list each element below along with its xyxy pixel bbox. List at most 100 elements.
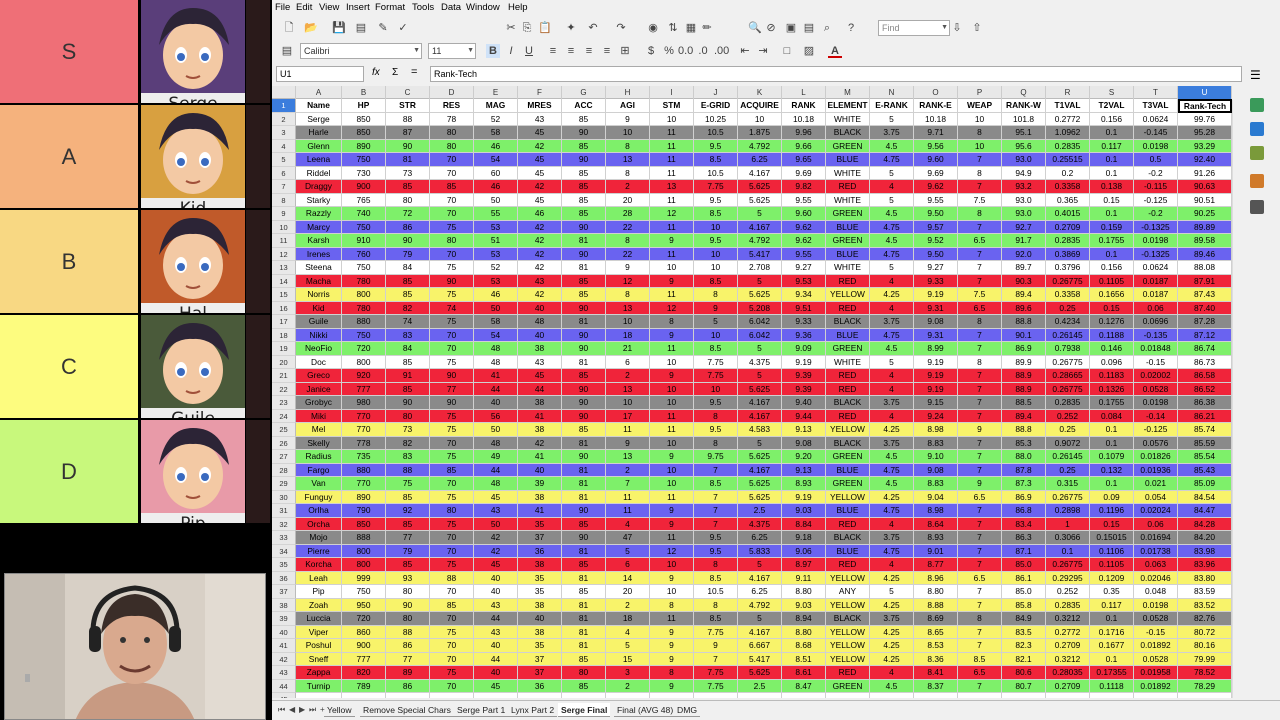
cell[interactable]: 70 xyxy=(430,652,474,666)
cell[interactable]: 7 xyxy=(958,153,1002,167)
sheet-tab-2[interactable]: Serge Part 1 xyxy=(454,703,509,717)
cell[interactable]: 4.25 xyxy=(870,625,914,639)
cell[interactable]: 5 xyxy=(738,558,782,572)
cell[interactable]: 9 xyxy=(650,652,694,666)
cell[interactable]: 85 xyxy=(562,288,606,302)
cell[interactable]: GREEN xyxy=(826,139,870,153)
cell[interactable]: 13 xyxy=(606,382,650,396)
cell[interactable]: 3.75 xyxy=(870,126,914,140)
cell[interactable]: 10 xyxy=(958,112,1002,126)
cell[interactable]: 46 xyxy=(474,180,518,194)
cell[interactable]: 9.75 xyxy=(694,450,738,464)
cell[interactable]: 70 xyxy=(430,342,474,356)
copy-icon[interactable]: ⎘ xyxy=(520,21,534,35)
cell[interactable]: 0.15 xyxy=(1090,193,1134,207)
row-header[interactable]: 41 xyxy=(272,639,296,653)
prev-icon[interactable]: ⇩ xyxy=(950,21,964,35)
row-header[interactable]: 12 xyxy=(272,247,296,261)
cell[interactable]: 0.0198 xyxy=(1134,598,1178,612)
cell[interactable]: 9.52 xyxy=(914,234,958,248)
cell[interactable]: 8.5 xyxy=(694,477,738,491)
cell[interactable]: 52 xyxy=(474,112,518,126)
cell[interactable]: 42 xyxy=(518,139,562,153)
cell[interactable]: Steena xyxy=(296,261,342,275)
column-title[interactable]: T3VAL xyxy=(1134,99,1178,113)
column-header-u[interactable]: U xyxy=(1178,86,1232,99)
cell[interactable]: 0.01694 xyxy=(1134,531,1178,545)
cell[interactable]: 42 xyxy=(518,180,562,194)
cell[interactable]: 78.52 xyxy=(1178,666,1232,680)
cell[interactable]: 0.28665 xyxy=(1046,369,1090,383)
cell[interactable]: 0.1 xyxy=(1090,652,1134,666)
cell[interactable]: 85 xyxy=(386,180,430,194)
cell[interactable]: 9.33 xyxy=(914,274,958,288)
font-size-box[interactable]: 11 ▼ xyxy=(428,43,476,59)
cell[interactable]: 85.74 xyxy=(1178,423,1232,437)
cell[interactable]: 86.52 xyxy=(1178,382,1232,396)
cell[interactable]: 890 xyxy=(342,139,386,153)
cell[interactable]: 7 xyxy=(958,639,1002,653)
cell[interactable]: 80 xyxy=(386,585,430,599)
cell[interactable]: 9.5 xyxy=(694,139,738,153)
row-header[interactable]: 17 xyxy=(272,315,296,329)
cell[interactable]: 85.8 xyxy=(1002,598,1046,612)
sheet-tab-4[interactable]: Serge Final xyxy=(558,703,611,717)
cell[interactable]: 75 xyxy=(430,490,474,504)
cell[interactable]: 7 xyxy=(694,463,738,477)
cell[interactable]: 850 xyxy=(342,517,386,531)
cell[interactable]: 9.39 xyxy=(782,382,826,396)
cell[interactable]: 48 xyxy=(474,342,518,356)
cell[interactable]: Riddel xyxy=(296,166,342,180)
cell[interactable]: -0.15 xyxy=(1134,625,1178,639)
cell[interactable]: 0.1755 xyxy=(1090,396,1134,410)
cell[interactable]: Orcha xyxy=(296,517,342,531)
cell[interactable]: 75 xyxy=(430,220,474,234)
menu-data[interactable]: Data xyxy=(441,2,461,13)
cell[interactable]: 86.8 xyxy=(1002,504,1046,518)
cell[interactable]: 22 xyxy=(606,220,650,234)
cell[interactable]: 2 xyxy=(606,369,650,383)
cell[interactable]: 45 xyxy=(518,166,562,180)
cell[interactable]: 8.61 xyxy=(782,666,826,680)
cell[interactable]: 75 xyxy=(430,625,474,639)
cell[interactable]: 8.83 xyxy=(914,477,958,491)
column-header-b[interactable]: B xyxy=(342,86,386,99)
cell[interactable]: RED xyxy=(826,558,870,572)
cell[interactable]: 0.156 xyxy=(1090,112,1134,126)
cell[interactable]: 920 xyxy=(342,369,386,383)
cell[interactable]: 70 xyxy=(430,544,474,558)
cell[interactable]: 9.19 xyxy=(914,382,958,396)
row-header[interactable]: 38 xyxy=(272,598,296,612)
cell[interactable]: 9.34 xyxy=(782,288,826,302)
cell[interactable]: 950 xyxy=(342,598,386,612)
cell[interactable]: 4.792 xyxy=(738,598,782,612)
cell[interactable]: RED xyxy=(826,274,870,288)
cell[interactable]: 86.3 xyxy=(1002,531,1046,545)
cell[interactable]: 10 xyxy=(606,315,650,329)
cell[interactable]: 88.0 xyxy=(1002,450,1046,464)
cell[interactable]: 0.1106 xyxy=(1090,544,1134,558)
column-header-o[interactable]: O xyxy=(914,86,958,99)
row-header[interactable]: 28 xyxy=(272,463,296,477)
cell[interactable]: 88.9 xyxy=(1002,382,1046,396)
row-header[interactable]: 9 xyxy=(272,207,296,221)
character-portrait[interactable]: Guile xyxy=(141,315,245,418)
cell[interactable]: 85.43 xyxy=(1178,463,1232,477)
cell[interactable]: 17 xyxy=(606,409,650,423)
font-name-box[interactable]: Calibri ▼ xyxy=(300,43,422,59)
cell[interactable]: 90 xyxy=(562,382,606,396)
cell[interactable]: 9.13 xyxy=(782,463,826,477)
cell[interactable]: 0.048 xyxy=(1134,585,1178,599)
cell[interactable]: 9 xyxy=(650,450,694,464)
open-icon[interactable]: 📂 xyxy=(304,21,318,35)
cell[interactable]: Draggy xyxy=(296,180,342,194)
column-header-l[interactable]: L xyxy=(782,86,826,99)
cell[interactable]: 87.43 xyxy=(1178,288,1232,302)
cell[interactable]: 0.117 xyxy=(1090,139,1134,153)
character-portrait[interactable]: Pip xyxy=(141,420,245,523)
cell[interactable]: 13 xyxy=(650,180,694,194)
cell[interactable]: -0.2 xyxy=(1134,207,1178,221)
cell[interactable]: BLACK xyxy=(826,126,870,140)
cell[interactable]: Radius xyxy=(296,450,342,464)
cell[interactable]: 8.5 xyxy=(694,342,738,356)
